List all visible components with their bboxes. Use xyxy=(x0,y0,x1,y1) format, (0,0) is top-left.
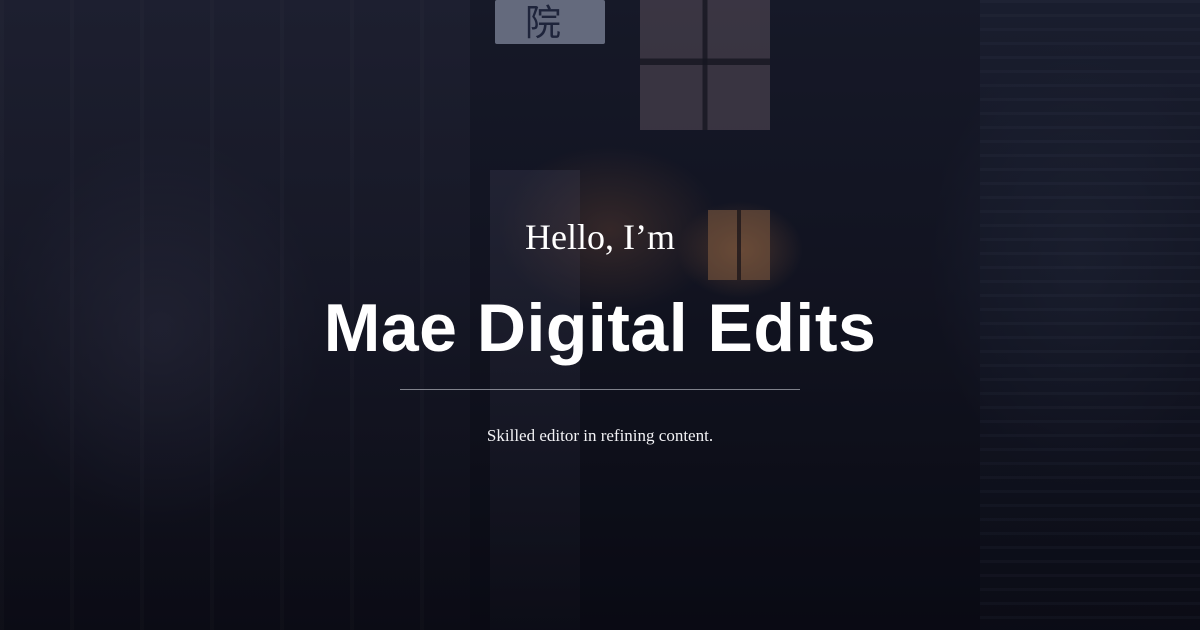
hero-tagline: Skilled editor in refining content. xyxy=(486,426,714,445)
hero-divider xyxy=(400,389,800,390)
hero-title: Mae Digital Edits xyxy=(323,290,877,366)
hero-greeting: Hello, I’m xyxy=(525,217,675,257)
hero-content: Hello, I’m Mae Digital Edits Skilled edi… xyxy=(0,0,1200,630)
hero-banner: 院 Hello, I’m Mae Digital Edits Skilled e… xyxy=(0,0,1200,630)
